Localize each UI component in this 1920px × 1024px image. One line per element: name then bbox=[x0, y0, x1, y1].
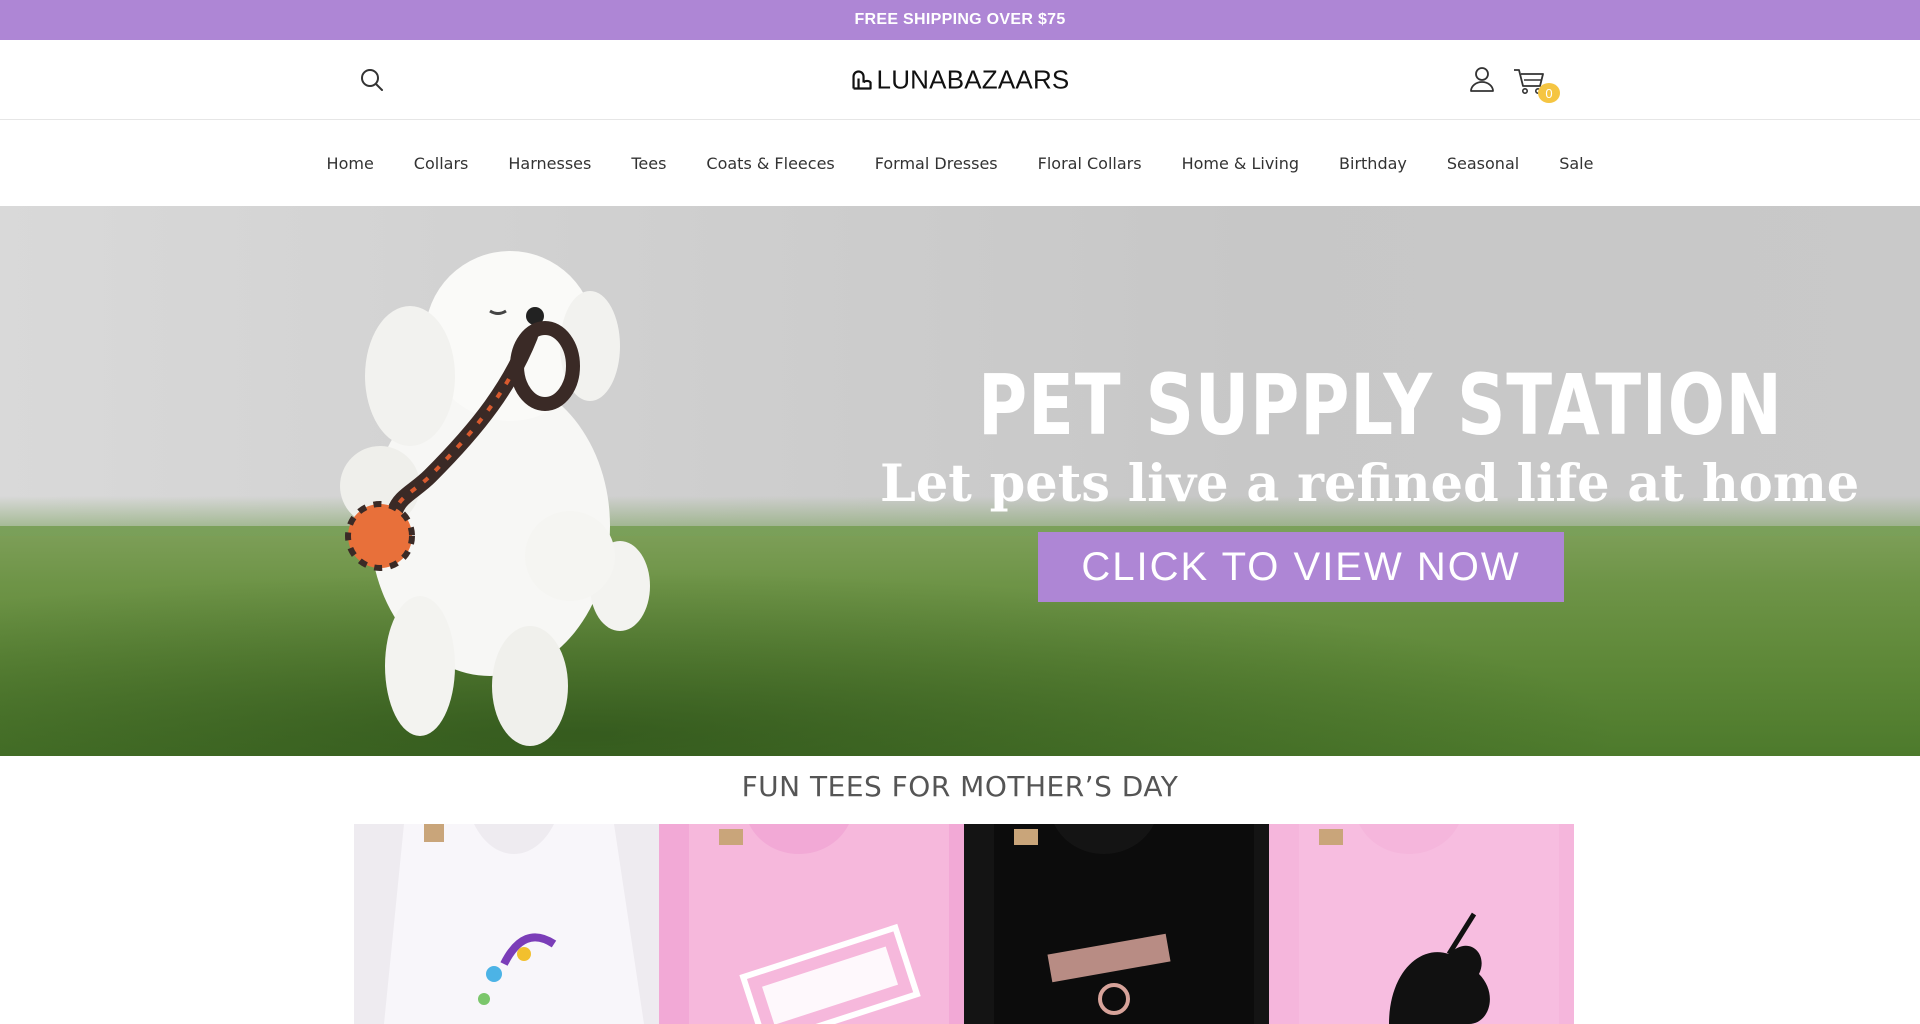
nav-item-coats-fleeces[interactable]: Coats & Fleeces bbox=[686, 154, 854, 173]
account-button[interactable] bbox=[1467, 64, 1497, 94]
nav-item-collars[interactable]: Collars bbox=[394, 154, 489, 173]
announcement-text: FREE SHIPPING OVER $75 bbox=[854, 11, 1066, 28]
site-logo[interactable]: LUNABAZAARS bbox=[851, 64, 1070, 95]
dog-illustration bbox=[340, 251, 650, 746]
cart-count-badge: 0 bbox=[1538, 83, 1560, 103]
main-nav: Home Collars Harnesses Tees Coats & Flee… bbox=[0, 120, 1920, 206]
product-card[interactable] bbox=[659, 824, 964, 1024]
nav-item-tees[interactable]: Tees bbox=[611, 154, 686, 173]
nav-item-formal-dresses[interactable]: Formal Dresses bbox=[855, 154, 1018, 173]
nav-item-harnesses[interactable]: Harnesses bbox=[488, 154, 611, 173]
product-card[interactable] bbox=[354, 824, 659, 1024]
hero-subtitle: Let pets live a refined life at home bbox=[880, 454, 1860, 514]
product-image bbox=[689, 824, 949, 1024]
nav-item-home[interactable]: Home bbox=[307, 154, 394, 173]
product-card[interactable] bbox=[964, 824, 1269, 1024]
product-image bbox=[1299, 824, 1559, 1024]
product-card[interactable] bbox=[1269, 824, 1574, 1024]
nav-item-home-living[interactable]: Home & Living bbox=[1162, 154, 1319, 173]
nav-item-sale[interactable]: Sale bbox=[1539, 154, 1613, 173]
product-image bbox=[384, 824, 644, 1024]
site-header: LUNABAZAARS 0 bbox=[0, 40, 1920, 120]
nav-item-birthday[interactable]: Birthday bbox=[1319, 154, 1427, 173]
user-icon bbox=[1470, 67, 1494, 92]
nav-item-floral-collars[interactable]: Floral Collars bbox=[1018, 154, 1162, 173]
product-grid bbox=[354, 824, 1574, 1024]
announcement-bar: FREE SHIPPING OVER $75 bbox=[0, 0, 1920, 40]
hero-cta-button[interactable]: CLICK TO VIEW NOW bbox=[1038, 532, 1564, 602]
hero-title: PET SUPPLY STATION bbox=[978, 356, 1783, 454]
nav-item-seasonal[interactable]: Seasonal bbox=[1427, 154, 1539, 173]
search-button[interactable] bbox=[358, 66, 386, 94]
search-icon bbox=[361, 69, 383, 91]
hero-grass-background bbox=[0, 496, 1920, 756]
logo-text: LUNABAZAARS bbox=[876, 64, 1070, 94]
hero-banner: PET SUPPLY STATION Let pets live a refin… bbox=[0, 206, 1920, 756]
logo-mark-icon bbox=[852, 70, 872, 90]
section-title: FUN TEES FOR MOTHER’S DAY bbox=[741, 770, 1179, 803]
product-image bbox=[994, 824, 1254, 1024]
